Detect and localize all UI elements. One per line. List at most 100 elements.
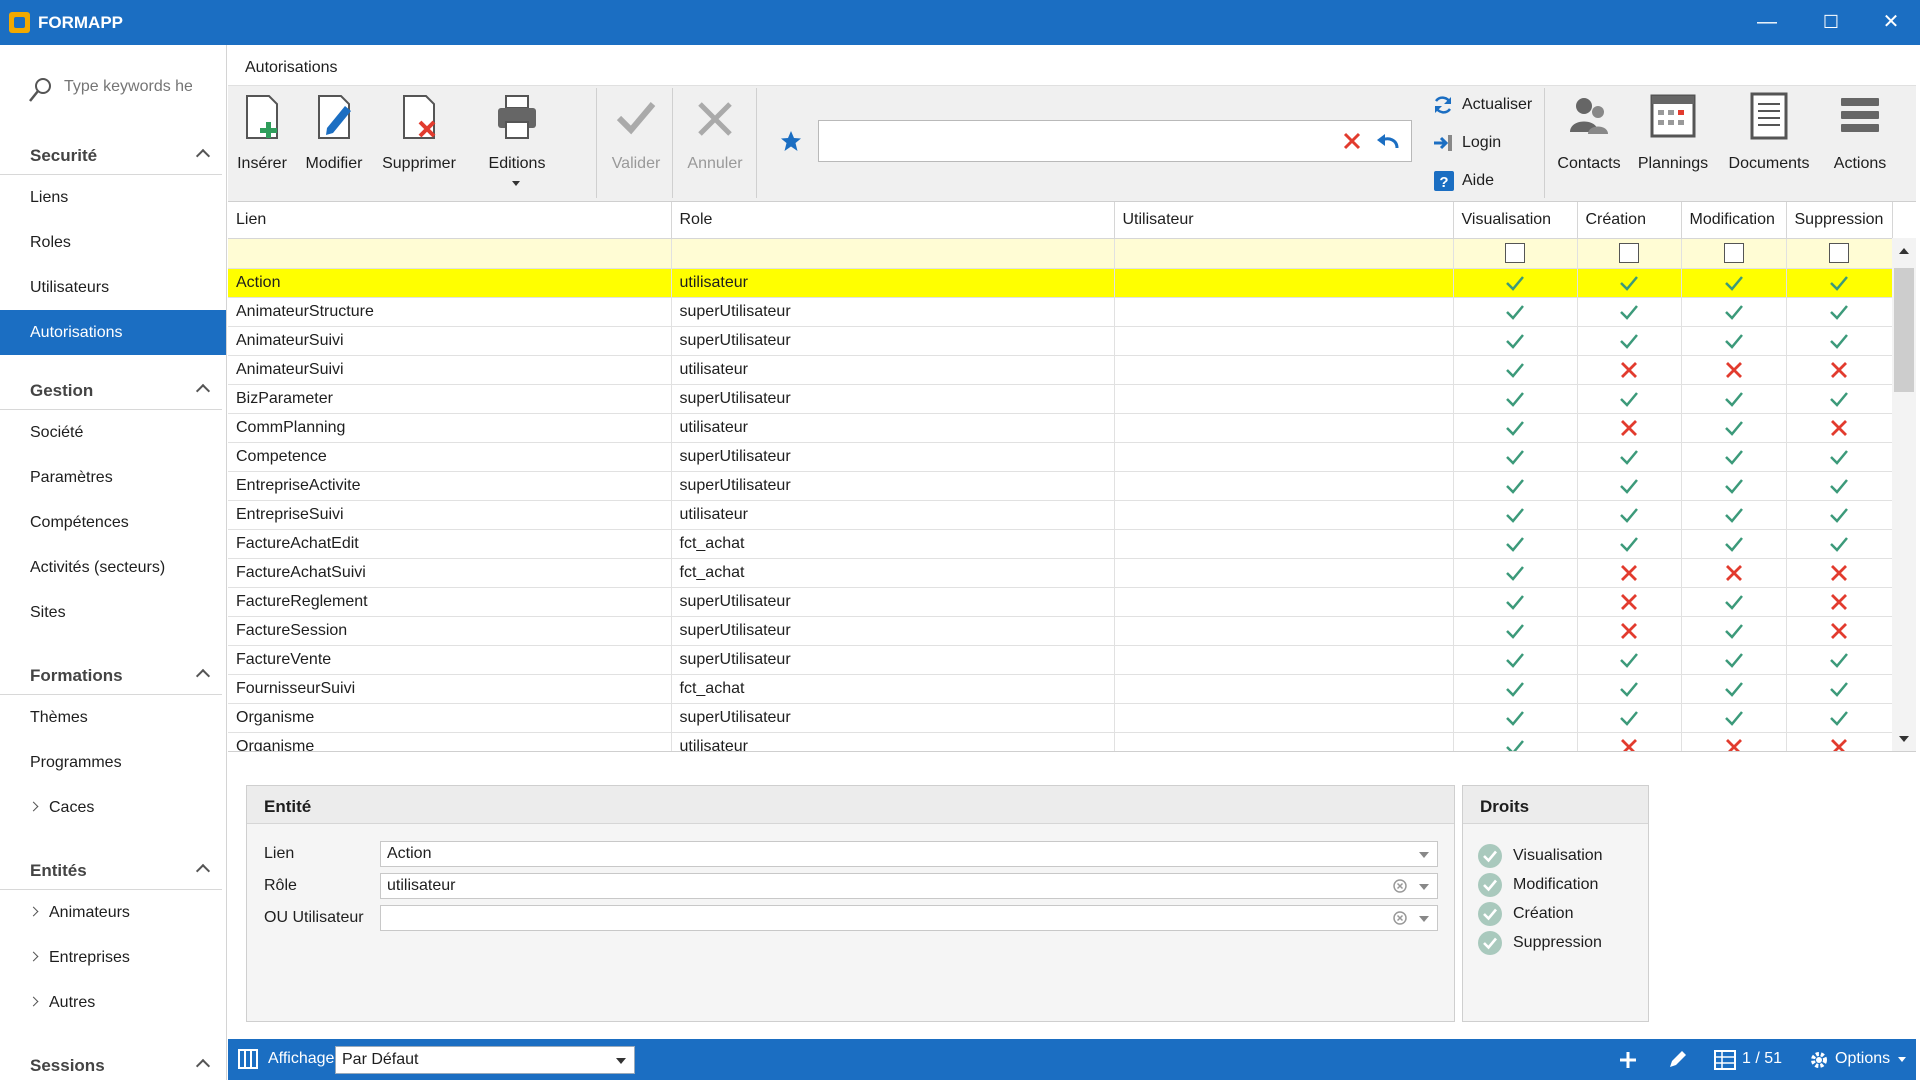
dropdown-arrow-icon[interactable] (1419, 916, 1429, 922)
tab-autorisations[interactable]: Autorisations (245, 59, 338, 77)
gear-icon[interactable] (1808, 1049, 1830, 1071)
table-row[interactable]: BizParameter superUtilisateur (228, 384, 1893, 414)
column-header-2[interactable]: Role (671, 202, 1115, 239)
filter-cell[interactable] (1577, 238, 1682, 269)
sidebar-item-competences[interactable]: Compétences (0, 500, 226, 545)
table-row[interactable]: Organisme utilisateur (228, 732, 1893, 751)
table-row[interactable]: FactureVente superUtilisateur (228, 645, 1893, 675)
dropdown-arrow-icon[interactable] (1419, 884, 1429, 890)
table-row[interactable]: CommPlanning utilisateur (228, 413, 1893, 443)
filter-checkbox[interactable] (1723, 243, 1744, 263)
columns-icon[interactable] (238, 1049, 258, 1069)
table-row[interactable]: FactureReglement superUtilisateur (228, 587, 1893, 617)
sidebar-item-sites[interactable]: Sites (0, 590, 226, 635)
grid-scrollbar[interactable] (1892, 238, 1916, 751)
table-row[interactable]: AnimateurStructure superUtilisateur (228, 297, 1893, 327)
section-sessions[interactable]: Sessions (0, 1045, 222, 1080)
add-icon[interactable] (1617, 1049, 1639, 1071)
lien-select[interactable]: Action (380, 841, 1438, 867)
validate-button[interactable]: Valider (600, 86, 672, 202)
role-select[interactable]: utilisateur (380, 873, 1438, 899)
cancel-button[interactable]: Annuler (676, 86, 754, 202)
column-header-7[interactable]: Suppression (1786, 202, 1893, 239)
insert-button[interactable]: Insérer (228, 86, 296, 202)
right-item[interactable]: Visualisation (1477, 842, 1603, 870)
filter-input[interactable] (827, 131, 1327, 149)
section-formations[interactable]: Formations (0, 655, 222, 695)
table-row[interactable]: FactureSession superUtilisateur (228, 616, 1893, 646)
sidebar-item-autorisations[interactable]: Autorisations (0, 310, 226, 355)
documents-button[interactable]: Documents (1722, 86, 1816, 202)
scroll-thumb[interactable] (1894, 268, 1914, 392)
search-input[interactable] (64, 78, 192, 96)
sidebar-item-societe[interactable]: Société (0, 410, 226, 455)
filter-box[interactable] (818, 120, 1412, 162)
table-row[interactable]: Action utilisateur (228, 268, 1893, 298)
display-select[interactable]: Par Défaut (335, 1046, 635, 1074)
filter-cell[interactable] (1114, 238, 1454, 269)
filter-cell[interactable] (1786, 238, 1893, 269)
favorite-star-icon[interactable] (780, 130, 802, 152)
table-row[interactable]: FactureAchatSuivi fct_achat (228, 558, 1893, 588)
undo-icon[interactable] (1375, 130, 1401, 152)
sidebar-item-programmes[interactable]: Programmes (0, 740, 226, 785)
print-button[interactable]: Editions (474, 86, 560, 202)
sidebar-item-utilisateurs[interactable]: Utilisateurs (0, 265, 226, 310)
section-entites[interactable]: Entités (0, 850, 222, 890)
column-header-5[interactable]: Création (1577, 202, 1682, 239)
sidebar-item-themes[interactable]: Thèmes (0, 695, 226, 740)
maximize-button[interactable]: ☐ (1806, 0, 1856, 45)
contacts-button[interactable]: Contacts (1550, 86, 1628, 202)
scroll-up-icon[interactable] (1899, 248, 1909, 254)
sidebar-item-liens[interactable]: Liens (0, 175, 226, 220)
sidebar-item-parametres[interactable]: Paramètres (0, 455, 226, 500)
sidebar-item-caces[interactable]: Caces (0, 785, 226, 830)
sidebar-item-entreprises[interactable]: Entreprises (0, 935, 226, 980)
utilisateur-select[interactable] (380, 905, 1438, 931)
table-row[interactable]: Organisme superUtilisateur (228, 703, 1893, 733)
right-item[interactable]: Suppression (1477, 929, 1602, 957)
clear-icon[interactable] (1393, 879, 1407, 893)
filter-checkbox[interactable] (1829, 243, 1849, 263)
table-row[interactable]: FactureAchatEdit fct_achat (228, 529, 1893, 559)
clear-filter-icon[interactable] (1341, 130, 1363, 152)
table-row[interactable]: Competence superUtilisateur (228, 442, 1893, 472)
right-item[interactable]: Modification (1477, 871, 1598, 899)
close-button[interactable]: ✕ (1866, 0, 1916, 45)
sidebar-item-activites[interactable]: Activités (secteurs) (0, 545, 226, 590)
table-row[interactable]: EntrepriseSuivi utilisateur (228, 500, 1893, 530)
plannings-button[interactable]: Plannings (1632, 86, 1714, 202)
minimize-button[interactable]: — (1742, 0, 1792, 45)
delete-button[interactable]: Supprimer (376, 86, 462, 202)
filter-checkbox[interactable] (1505, 243, 1525, 263)
sidebar-item-roles[interactable]: Roles (0, 220, 226, 265)
column-header-6[interactable]: Modification (1681, 202, 1787, 239)
right-item[interactable]: Création (1477, 900, 1573, 928)
table-row[interactable]: AnimateurSuivi utilisateur (228, 355, 1893, 385)
clear-icon[interactable] (1393, 911, 1407, 925)
filter-checkbox[interactable] (1619, 243, 1639, 263)
table-row[interactable]: AnimateurSuivi superUtilisateur (228, 326, 1893, 356)
table-row[interactable]: FournisseurSuivi fct_achat (228, 674, 1893, 704)
dropdown-arrow-icon[interactable] (1419, 852, 1429, 858)
sidebar-item-animateurs[interactable]: Animateurs (0, 890, 226, 935)
column-header-3[interactable]: Utilisateur (1114, 202, 1454, 239)
section-securite[interactable]: Securité (0, 135, 222, 175)
filter-cell[interactable] (671, 238, 1115, 269)
filter-cell[interactable] (1681, 238, 1787, 269)
filter-cell[interactable] (1453, 238, 1578, 269)
section-gestion[interactable]: Gestion (0, 370, 222, 410)
pencil-icon[interactable] (1666, 1049, 1688, 1071)
login-button[interactable]: Login (1432, 128, 1501, 158)
actions-button[interactable]: Actions (1824, 86, 1896, 202)
sidebar-item-autres[interactable]: Autres (0, 980, 226, 1025)
options-button[interactable]: Options (1835, 1050, 1890, 1068)
scroll-down-icon[interactable] (1899, 736, 1909, 742)
sidebar-search[interactable] (28, 73, 198, 107)
table-row[interactable]: EntrepriseActivite superUtilisateur (228, 471, 1893, 501)
filter-cell[interactable] (228, 238, 672, 269)
column-header-4[interactable]: Visualisation (1453, 202, 1578, 239)
help-button[interactable]: ? Aide (1432, 166, 1494, 196)
edit-button[interactable]: Modifier (300, 86, 368, 202)
column-header-1[interactable]: Lien (228, 202, 672, 239)
